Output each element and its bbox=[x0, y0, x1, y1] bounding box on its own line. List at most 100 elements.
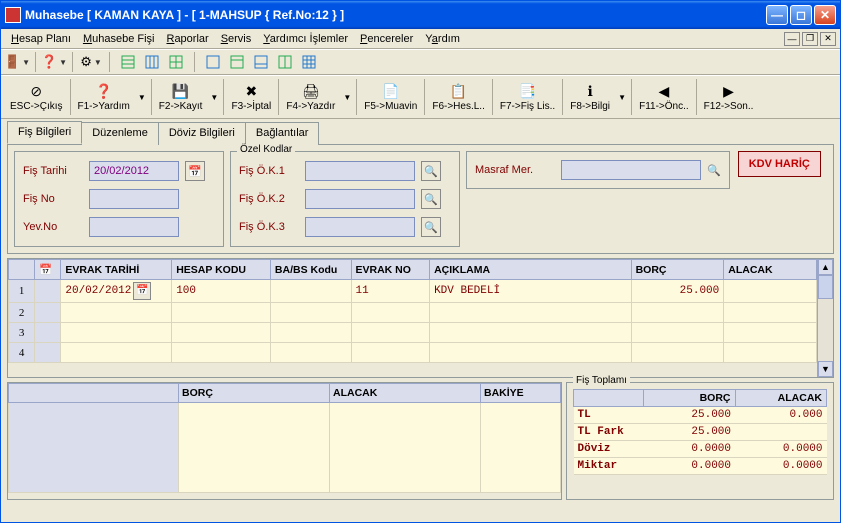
cell-borc[interactable] bbox=[631, 323, 724, 343]
grid-icon-7[interactable] bbox=[275, 52, 295, 72]
grid-icon-2[interactable] bbox=[142, 52, 162, 72]
tab-doviz[interactable]: Döviz Bilgileri bbox=[158, 122, 246, 145]
cell-borc[interactable] bbox=[631, 343, 724, 363]
ok2-input[interactable] bbox=[305, 189, 415, 209]
f1-dropdown[interactable]: ▼ bbox=[135, 93, 149, 102]
tab-duzenleme[interactable]: Düzenleme bbox=[81, 122, 159, 145]
f2-dropdown[interactable]: ▼ bbox=[207, 93, 221, 102]
cell-babs[interactable] bbox=[270, 303, 351, 323]
menu-yardimci[interactable]: Yardımcı İşlemler bbox=[257, 31, 354, 47]
cell-alacak[interactable] bbox=[724, 323, 817, 343]
ok1-input[interactable] bbox=[305, 161, 415, 181]
cell-alacak[interactable] bbox=[724, 303, 817, 323]
menu-raporlar[interactable]: Raporlar bbox=[160, 31, 214, 47]
fis-tarihi-input[interactable] bbox=[89, 161, 179, 181]
menu-muhasebe-fisi[interactable]: Muhasebe Fişi bbox=[77, 31, 161, 47]
grid-scrollbar[interactable]: ▲ ▼ bbox=[817, 259, 833, 377]
grid-icon-4[interactable] bbox=[203, 52, 223, 72]
table-row[interactable]: 4 bbox=[9, 343, 817, 363]
cell-evrak-no[interactable] bbox=[351, 303, 430, 323]
tab-baglantilar[interactable]: Bağlantılar bbox=[245, 122, 320, 145]
config-icon[interactable]: ⚙▼ bbox=[81, 52, 101, 72]
mdi-close-button[interactable]: ✕ bbox=[820, 32, 836, 46]
date-picker-icon[interactable]: 📅 bbox=[133, 282, 151, 300]
f3-cancel-button[interactable]: ✖F3->İptal bbox=[226, 77, 276, 117]
scroll-up-button[interactable]: ▲ bbox=[818, 259, 833, 275]
cell-babs[interactable] bbox=[270, 323, 351, 343]
cell-aciklama[interactable] bbox=[430, 323, 631, 343]
f7-fislis-button[interactable]: 📑F7->Fiş Lis.. bbox=[495, 77, 560, 117]
grid-header-selector[interactable] bbox=[9, 260, 35, 280]
cell-babs[interactable] bbox=[270, 280, 351, 303]
ok3-input[interactable] bbox=[305, 217, 415, 237]
cell-aciklama[interactable]: KDV BEDELİ bbox=[430, 280, 631, 303]
f4-print-button[interactable]: 🖨F4->Yazdır bbox=[281, 77, 340, 117]
grid-header-aciklama[interactable]: AÇIKLAMA bbox=[430, 260, 631, 280]
tab-fis-bilgileri[interactable]: Fiş Bilgileri bbox=[7, 121, 82, 144]
grid-header-evrak-tarihi[interactable]: EVRAK TARİHİ bbox=[61, 260, 172, 280]
cell-evrak-tarihi[interactable] bbox=[61, 303, 172, 323]
close-button[interactable]: ✕ bbox=[814, 5, 836, 25]
f11-prev-button[interactable]: ◀F11->Önc.. bbox=[634, 77, 694, 117]
help-icon[interactable]: ❓▼ bbox=[44, 52, 64, 72]
f2-save-button[interactable]: 💾F2->Kayıt bbox=[154, 77, 208, 117]
scroll-thumb[interactable] bbox=[818, 275, 833, 299]
cell-evrak-no[interactable] bbox=[351, 343, 430, 363]
menu-servis[interactable]: Servis bbox=[215, 31, 258, 47]
entry-grid[interactable]: 📅 EVRAK TARİHİ HESAP KODU BA/BS Kodu EVR… bbox=[8, 259, 817, 363]
exit-icon[interactable]: 🚪▼ bbox=[7, 52, 27, 72]
f8-info-button[interactable]: ℹF8->Bilgi bbox=[565, 77, 615, 117]
ok3-lookup-icon[interactable]: 🔍 bbox=[421, 217, 441, 237]
cell-evrak-tarihi[interactable]: 20/02/2012📅 bbox=[61, 280, 172, 303]
f1-help-button[interactable]: ❓F1->Yardım bbox=[73, 77, 135, 117]
cell-hesap-kodu[interactable] bbox=[172, 303, 271, 323]
f12-next-button[interactable]: ▶F12->Son.. bbox=[699, 77, 759, 117]
grid-icon-1[interactable] bbox=[118, 52, 138, 72]
menu-pencereler[interactable]: Pencereler bbox=[354, 31, 419, 47]
f8-dropdown[interactable]: ▼ bbox=[615, 93, 629, 102]
cell-evrak-no[interactable]: 11 bbox=[351, 280, 430, 303]
cell-aciklama[interactable] bbox=[430, 343, 631, 363]
fis-tarihi-picker[interactable]: 📅 bbox=[185, 161, 205, 181]
grid-header-indicator[interactable]: 📅 bbox=[35, 260, 61, 280]
grid-icon-6[interactable] bbox=[251, 52, 271, 72]
cell-hesap-kodu[interactable]: 100 bbox=[172, 280, 271, 303]
grid-icon-5[interactable] bbox=[227, 52, 247, 72]
cell-borc[interactable] bbox=[631, 303, 724, 323]
table-row[interactable]: 120/02/2012📅10011KDV BEDELİ25.000 bbox=[9, 280, 817, 303]
ok2-lookup-icon[interactable]: 🔍 bbox=[421, 189, 441, 209]
f4-dropdown[interactable]: ▼ bbox=[340, 93, 354, 102]
grid-header-babs[interactable]: BA/BS Kodu bbox=[270, 260, 351, 280]
cell-babs[interactable] bbox=[270, 343, 351, 363]
masraf-input[interactable] bbox=[561, 160, 701, 180]
f6-hesl-button[interactable]: 📋F6->Hes.L.. bbox=[427, 77, 490, 117]
minimize-button[interactable]: — bbox=[766, 5, 788, 25]
cell-alacak[interactable] bbox=[724, 280, 817, 303]
esc-exit-button[interactable]: ⊘ESC->Çıkış bbox=[5, 77, 68, 117]
masraf-lookup-icon[interactable]: 🔍 bbox=[707, 164, 721, 177]
f5-muavin-button[interactable]: 📄F5->Muavin bbox=[359, 77, 422, 117]
table-row[interactable]: 3 bbox=[9, 323, 817, 343]
grid-header-evrak-no[interactable]: EVRAK NO bbox=[351, 260, 430, 280]
mdi-restore-button[interactable]: ❐ bbox=[802, 32, 818, 46]
menu-yardim[interactable]: Yardım bbox=[419, 31, 466, 47]
yev-no-input[interactable] bbox=[89, 217, 179, 237]
cell-evrak-no[interactable] bbox=[351, 323, 430, 343]
ok1-lookup-icon[interactable]: 🔍 bbox=[421, 161, 441, 181]
cell-hesap-kodu[interactable] bbox=[172, 343, 271, 363]
cell-hesap-kodu[interactable] bbox=[172, 323, 271, 343]
cell-alacak[interactable] bbox=[724, 343, 817, 363]
cell-evrak-tarihi[interactable] bbox=[61, 323, 172, 343]
cell-borc[interactable]: 25.000 bbox=[631, 280, 724, 303]
cell-aciklama[interactable] bbox=[430, 303, 631, 323]
fis-no-input[interactable] bbox=[89, 189, 179, 209]
cell-evrak-tarihi[interactable] bbox=[61, 343, 172, 363]
scroll-down-button[interactable]: ▼ bbox=[818, 361, 833, 377]
grid-header-hesap-kodu[interactable]: HESAP KODU bbox=[172, 260, 271, 280]
grid-header-borc[interactable]: BORÇ bbox=[631, 260, 724, 280]
menu-hesap-plani[interactable]: Hesap Planı bbox=[5, 31, 77, 47]
grid-icon-8[interactable] bbox=[299, 52, 319, 72]
table-row[interactable]: 2 bbox=[9, 303, 817, 323]
grid-icon-3[interactable] bbox=[166, 52, 186, 72]
maximize-button[interactable]: ◻ bbox=[790, 5, 812, 25]
